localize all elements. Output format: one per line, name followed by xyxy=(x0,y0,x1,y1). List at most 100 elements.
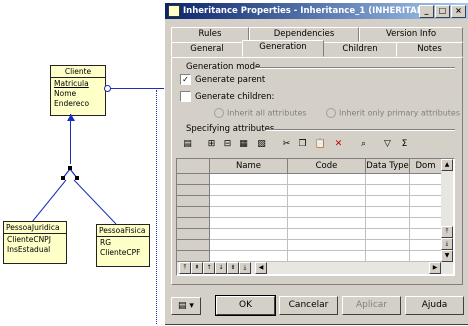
chevron-down-icon: ▾ xyxy=(189,301,194,311)
grid-vertical-scrollbar[interactable]: ▲ ⤒ ⤓ ▼ xyxy=(441,159,453,262)
grid-col-line xyxy=(365,174,366,262)
row-header[interactable] xyxy=(177,218,210,229)
row-header[interactable] xyxy=(177,240,210,251)
generate-parent-row[interactable]: ✓ Generate parent xyxy=(180,74,265,85)
generate-children-row[interactable]: Generate children: xyxy=(180,91,274,102)
tab-notes[interactable]: Notes xyxy=(396,42,463,57)
grid-bottom-bar: ⤒ ⇞ ↑ ↓ ⇟ ⤓ ◀ ▶ xyxy=(177,262,453,274)
find-icon[interactable]: ⌕ xyxy=(357,138,370,151)
dialog-titlebar[interactable]: Inheritance Properties - Inheritance_1 (… xyxy=(165,3,468,19)
tab-children[interactable]: Children xyxy=(323,42,397,57)
row-header[interactable] xyxy=(177,185,210,196)
tab-version-info[interactable]: Version Info xyxy=(359,27,463,42)
dialog-app-icon xyxy=(168,5,180,17)
attr-matricula: Matricula xyxy=(54,79,89,88)
class-cliente-name: Cliente xyxy=(51,66,105,78)
grid-row-line xyxy=(210,195,441,196)
column-header-data-type[interactable]: Data Type xyxy=(366,159,410,174)
class-pessoa-fisica-name: PessoaFisica xyxy=(97,225,149,237)
scroll-bottom-icon[interactable]: ⤓ xyxy=(441,238,453,250)
generate-parent-checkbox[interactable]: ✓ xyxy=(180,74,191,85)
column-header-domain[interactable]: Dom xyxy=(410,159,442,174)
row-header[interactable] xyxy=(177,229,210,240)
row-header[interactable] xyxy=(177,174,210,185)
generation-mode-separator xyxy=(256,67,455,69)
inheritance-arrowhead xyxy=(67,114,75,121)
row-header[interactable] xyxy=(177,207,210,218)
ok-button[interactable]: OK xyxy=(215,295,276,316)
generation-mode-label: Generation mode xyxy=(186,62,261,72)
scroll-up-icon[interactable]: ▲ xyxy=(441,159,453,171)
grid-row-line xyxy=(210,239,441,240)
attr-cliente-cnpj: ClienteCNPJ xyxy=(7,235,51,244)
tab-rules[interactable]: Rules xyxy=(171,27,249,42)
reuse-attributes-icon[interactable]: ▧ xyxy=(255,138,268,151)
row-header[interactable] xyxy=(177,196,210,207)
move-page-down-icon[interactable]: ⇟ xyxy=(227,262,239,274)
attr-rg: RG xyxy=(100,238,112,247)
inherit-primary-radio-row[interactable]: Inherit only primary attributes xyxy=(326,108,460,118)
link-end-circle xyxy=(104,85,111,92)
class-pessoa-fisica[interactable]: PessoaFisica RG ClienteCPF xyxy=(96,224,150,267)
attr-nome: Nome xyxy=(54,89,77,98)
scroll-left-icon[interactable]: ◀ xyxy=(255,262,267,274)
cancel-button[interactable]: Cancelar xyxy=(279,296,338,315)
specifying-attributes-label: Specifying attributes xyxy=(186,124,275,134)
inherit-all-radio[interactable] xyxy=(214,108,224,118)
close-button[interactable]: × xyxy=(451,4,466,18)
grid-row-line xyxy=(210,206,441,207)
inherit-primary-label: Inherit only primary attributes xyxy=(339,108,460,118)
inheritance-vertical-line xyxy=(70,114,71,164)
tab-general[interactable]: General xyxy=(171,42,243,57)
filter-icon[interactable]: ▽ xyxy=(381,138,394,151)
apply-button[interactable]: Aplicar xyxy=(342,296,401,315)
list-icon: ▤ xyxy=(178,301,187,311)
paste-icon[interactable]: 📋 xyxy=(314,138,327,151)
add-attributes-icon[interactable]: ▦ xyxy=(237,138,250,151)
grid-row-line xyxy=(210,217,441,218)
move-bottom-icon[interactable]: ⤓ xyxy=(239,262,251,274)
class-cliente[interactable]: Cliente Matricula Nome Endereco xyxy=(50,65,106,116)
inheritance-branch-lines xyxy=(30,178,120,225)
properties-icon[interactable]: ▤ xyxy=(181,138,194,151)
insert-row-icon[interactable]: ⊟ xyxy=(221,138,234,151)
maximize-button[interactable]: □ xyxy=(435,4,450,18)
inherit-all-radio-row[interactable]: Inherit all attributes xyxy=(214,108,307,118)
attr-endereco: Endereco xyxy=(54,99,90,108)
attr-ins-estadual: InsEstadual xyxy=(7,245,51,254)
grid-corner-header xyxy=(177,159,210,174)
move-page-up-icon[interactable]: ⇞ xyxy=(191,262,203,274)
generate-children-checkbox[interactable] xyxy=(180,91,191,102)
delete-icon[interactable]: ✕ xyxy=(332,138,345,151)
attr-cliente-cpf: ClienteCPF xyxy=(100,248,141,257)
scroll-top-icon[interactable]: ⤒ xyxy=(441,226,453,238)
link-line-to-dialog xyxy=(104,88,164,89)
selection-dotted-line xyxy=(156,90,157,324)
row-header[interactable] xyxy=(177,251,210,262)
minimize-button[interactable]: _ xyxy=(419,4,434,18)
class-pessoa-juridica[interactable]: PessoaJuridica ClienteCNPJ InsEstadual xyxy=(3,221,67,264)
move-down-icon[interactable]: ↓ xyxy=(215,262,227,274)
scroll-right-icon[interactable]: ▶ xyxy=(429,262,441,274)
tab-generation[interactable]: Generation xyxy=(242,40,324,57)
column-header-name[interactable]: Name xyxy=(210,159,288,174)
inherit-all-label: Inherit all attributes xyxy=(227,108,307,118)
attributes-grid[interactable]: Name Code Data Type Dom ▲ ⤒ ⤓ ▼ ⤒ ⇞ ↑ ↓ … xyxy=(176,158,455,276)
customize-columns-icon[interactable]: Σ xyxy=(398,138,411,151)
generate-children-label: Generate children: xyxy=(195,92,275,102)
scroll-down-icon[interactable]: ▼ xyxy=(441,250,453,262)
grid-row-line xyxy=(210,184,441,185)
grid-col-line xyxy=(409,174,410,262)
move-top-icon[interactable]: ⤒ xyxy=(179,262,191,274)
grid-col-line xyxy=(287,174,288,262)
move-up-icon[interactable]: ↑ xyxy=(203,262,215,274)
inherit-primary-radio[interactable] xyxy=(326,108,336,118)
dialog-title: Inheritance Properties - Inheritance_1 (… xyxy=(183,6,419,16)
menu-dropdown-button[interactable]: ▤ ▾ xyxy=(171,297,201,315)
cut-icon[interactable]: ✂ xyxy=(280,138,293,151)
class-pessoa-juridica-name: PessoaJuridica xyxy=(4,222,66,234)
copy-icon[interactable]: ❐ xyxy=(296,138,309,151)
add-row-icon[interactable]: ⊞ xyxy=(205,138,218,151)
column-header-code[interactable]: Code xyxy=(288,159,366,174)
help-button[interactable]: Ajuda xyxy=(405,296,464,315)
